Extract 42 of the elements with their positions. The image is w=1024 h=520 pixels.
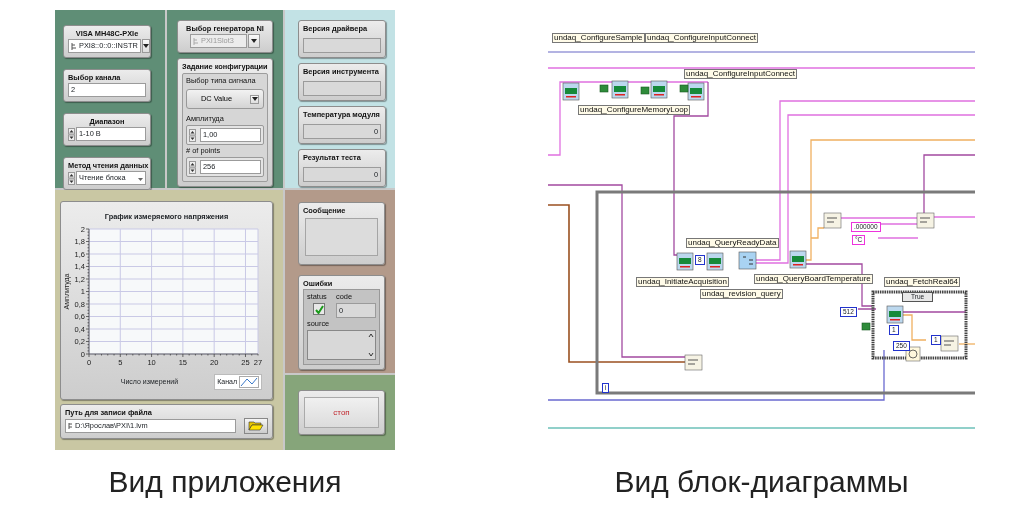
subvi-icon — [687, 82, 705, 101]
subvi-icon — [706, 252, 724, 271]
node-label: undaq_ConfigureSample — [552, 33, 645, 43]
node-label: undaq_InitiateAcquisition — [636, 277, 729, 287]
dropdown-button[interactable] — [141, 39, 150, 53]
function-icon — [916, 212, 935, 229]
constant-icon — [679, 84, 689, 93]
caption: Вид блок-диаграммы — [613, 464, 910, 500]
array-icon — [940, 335, 959, 352]
node-label: undaq_ConfigureMemoryLoop — [578, 105, 691, 115]
folder-icon — [248, 421, 264, 431]
node-label: undaq_QueryBoardTemperature — [754, 274, 873, 284]
spinner-icon[interactable] — [189, 128, 196, 142]
scrollbar-icon[interactable] — [367, 331, 375, 359]
caret-icon — [138, 175, 143, 181]
node-label: undaq_QueryReadyData — [686, 238, 779, 248]
subvi-icon — [562, 82, 580, 101]
spinner-icon[interactable] — [68, 127, 75, 141]
subvi-icon — [886, 305, 904, 324]
node-label: undaq_ConfigureInputConnect — [645, 33, 758, 43]
caption: Вид приложения — [107, 464, 343, 500]
spinner-icon[interactable] — [189, 160, 196, 174]
caret-icon — [251, 39, 257, 43]
subvi-icon — [650, 80, 668, 99]
constant-icon — [861, 322, 871, 331]
stop-button[interactable]: стоп — [304, 397, 379, 428]
node-label: undaq_ConfigureInputConnect — [684, 69, 797, 79]
subvi-icon — [789, 250, 807, 269]
path-icon — [68, 422, 73, 430]
browse-button[interactable] — [244, 418, 268, 434]
constant-icon — [599, 84, 609, 93]
caret-icon — [142, 44, 149, 48]
caret-icon — [250, 94, 259, 104]
subvi-icon — [738, 251, 757, 270]
constant-icon — [640, 86, 650, 95]
node-label: undaq_FetchReal64 — [884, 277, 961, 287]
subvi-icon — [611, 80, 629, 99]
spinner-icon[interactable] — [68, 171, 75, 185]
wait-icon — [905, 346, 921, 362]
node-label: undaq_revision_query — [700, 289, 783, 299]
subvi-icon — [676, 252, 694, 271]
format-icon — [823, 212, 842, 229]
